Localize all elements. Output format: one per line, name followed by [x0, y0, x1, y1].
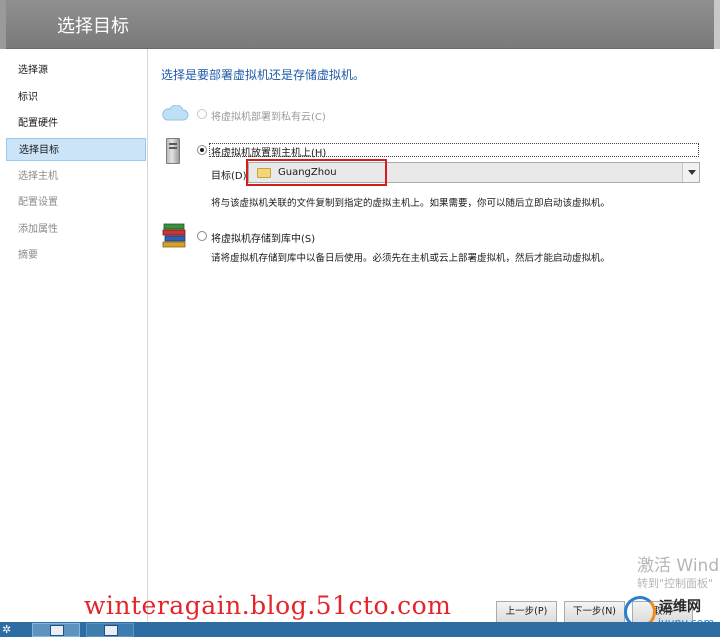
cloud-icon: [162, 105, 189, 121]
taskbar-button-console[interactable]: [32, 623, 80, 637]
window-icon: [50, 625, 64, 636]
step-select-host: 选择主机: [18, 171, 58, 182]
host-radio[interactable]: [197, 145, 207, 155]
blog-watermark: winteragain.blog.51cto.com: [84, 591, 452, 620]
step-configure-settings: 配置设置: [18, 197, 58, 208]
chevron-down-icon: [688, 170, 696, 175]
step-identity[interactable]: 标识: [6, 86, 146, 109]
books-icon: [162, 223, 186, 248]
title-bar: 选择目标: [0, 0, 720, 49]
host-label: 将虚拟机放置到主机上(H): [211, 148, 327, 159]
private-cloud-radio[interactable]: [197, 109, 207, 119]
activate-windows-hint: 转到"控制面板": [637, 577, 714, 590]
wizard-steps-sidebar: 选择源 标识 配置硬件 选择目标 选择主机 配置设置 添加属性 摘要: [0, 49, 148, 622]
title-right-edge: [714, 0, 720, 49]
host-description: 将与该虚拟机关联的文件复制到指定的虚拟主机上。如果需要，你可以随后立即启动该虚拟…: [211, 198, 611, 209]
activate-windows-title: 激活 Windows: [637, 556, 720, 576]
logo-name: 运维网: [659, 599, 701, 615]
private-cloud-label: 将虚拟机部署到私有云(C): [211, 112, 326, 123]
page-heading: 选择是要部署虚拟机还是存储虚拟机。: [161, 68, 366, 82]
highlight-box: [246, 159, 387, 186]
taskbar: ✲: [0, 622, 720, 637]
library-label: 将虚拟机存储到库中(S): [211, 234, 316, 245]
dropdown-arrow-button[interactable]: [682, 163, 699, 182]
step-add-properties: 添加属性: [18, 224, 58, 235]
app-icon: [104, 625, 118, 636]
window-title: 选择目标: [57, 16, 129, 37]
server-manager-icon[interactable]: ✲: [2, 623, 20, 636]
step-summary: 摘要: [18, 250, 38, 261]
next-button[interactable]: 下一步(N): [564, 601, 625, 623]
step-select-destination[interactable]: 选择目标: [6, 138, 146, 161]
destination-label: 目标(D):: [211, 171, 250, 182]
server-icon: [166, 138, 180, 164]
title-accent: [0, 0, 6, 49]
main-panel: 选择是要部署虚拟机还是存储虚拟机。 将虚拟机部署到私有云(C) 将虚拟机放置到主…: [148, 49, 720, 622]
taskbar-button-app[interactable]: [86, 623, 134, 637]
previous-button[interactable]: 上一步(P): [496, 601, 557, 623]
step-configure-hardware[interactable]: 配置硬件: [6, 112, 146, 135]
library-description: 请将虚拟机存储到库中以备日后使用。必须先在主机或云上部署虚拟机，然后才能启动虚拟…: [211, 253, 611, 264]
step-select-source[interactable]: 选择源: [6, 59, 146, 82]
library-radio[interactable]: [197, 231, 207, 241]
